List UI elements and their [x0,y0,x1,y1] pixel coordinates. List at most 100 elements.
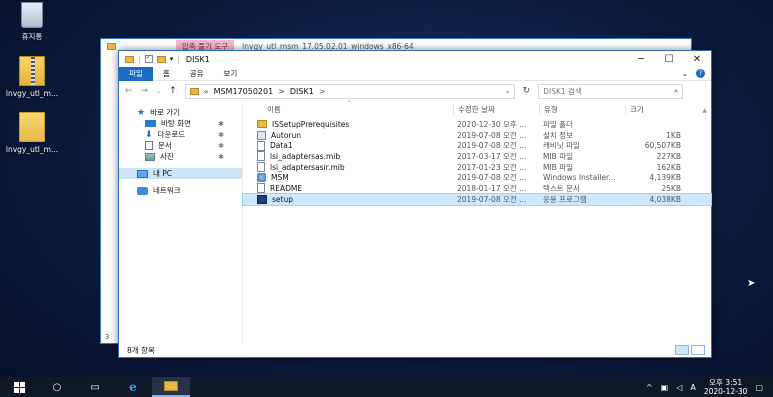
document-icon [145,141,153,150]
file-name: lsi_adaptersasir.mib [270,162,345,172]
taskbar: ○ ▭ e ^ ▣ ◁ A 오후 3:51 2020-12-30 ▢ [0,377,773,397]
nav-label: 다운로드 [157,130,186,139]
back-arrow-icon[interactable]: ← [125,86,133,96]
pin-icon: ✱ [218,141,224,150]
explorer-window[interactable]: | ▾ | DISK1 ─ ☐ ✕ 파일 홈 공유 보기 ⌄ ? [118,50,712,358]
large-icons-view-icon[interactable] [691,345,705,355]
file-type: 설치 정보 [543,130,573,140]
download-icon: ⬇ [145,129,153,140]
task-view-icon[interactable]: ▭ [76,377,114,397]
file-row[interactable]: lsi_adaptersasir.mib 2017-01-23 오전 ... M… [243,162,711,173]
network-icon [137,186,148,195]
close-button[interactable]: ✕ [683,54,711,65]
up-arrow-icon[interactable]: ↑ [169,86,177,96]
file-row[interactable]: ISSetupPrerequisites 2020-12-30 오후 ... 파… [243,119,711,130]
file-size: 162KB [656,162,681,172]
column-header-type[interactable]: 유형 [539,103,625,115]
pictures-icon [145,152,155,161]
start-button[interactable] [0,377,38,397]
new-folder-icon[interactable] [156,55,166,63]
desktop-icon-folder[interactable]: lnvgy_utl_m... [2,112,62,154]
nav-quick-access[interactable]: ★ 바로 가기 [119,107,242,118]
breadcrumb-overflow[interactable]: « [204,87,209,96]
tab-view[interactable]: 보기 [214,67,248,81]
windows-logo-icon [13,381,25,393]
window-controls: ─ ☐ ✕ [627,54,711,65]
scroll-up-icon[interactable]: ▲ [702,107,707,114]
show-hidden-icons-icon[interactable]: ^ [646,383,653,392]
file-icon [257,183,265,194]
network-icon[interactable]: ▣ [661,383,669,392]
exe-icon [257,194,267,204]
desktop: 휴지통 lnvgy_utl_m... lnvgy_utl_m... 압축 풀기 … [0,0,773,397]
search-placeholder: DISK1 검색 [543,86,582,96]
tab-home[interactable]: 홈 [153,67,180,81]
tab-share[interactable]: 공유 [180,67,214,81]
breadcrumb-segment[interactable]: MSM17050201 [214,87,274,96]
nav-network[interactable]: 네트워크 [119,185,242,196]
maximize-button[interactable]: ☐ [655,54,683,65]
file-type: 파일 폴더 [543,119,573,129]
status-bar: 8개 항목 [119,343,711,357]
internet-explorer-icon[interactable]: e [114,377,152,397]
nav-this-pc[interactable]: 내 PC [119,168,242,179]
column-header-name[interactable]: 이름 [253,104,453,115]
refresh-icon[interactable]: ↻ [523,86,531,96]
file-row[interactable]: lsi_adaptersas.mib 2017-03-17 오전 ... MIB… [243,151,711,162]
column-header-date[interactable]: 수정한 날짜 [453,103,539,115]
breadcrumb-separator[interactable]: > [319,87,326,96]
file-row-selected[interactable]: setup 2019-07-08 오전 ... 응용 프로그램 4,038KB [242,192,712,206]
file-date: 2017-01-23 오전 ... [457,162,527,172]
desktop-icon-recycle-bin[interactable]: 휴지통 [2,2,62,42]
nav-item-downloads[interactable]: ⬇ 다운로드 ✱ [119,129,242,140]
computer-icon [137,169,148,178]
nav-item-desktop[interactable]: 바탕 화면 ✱ [119,118,242,129]
file-date: 2019-07-08 오전 ... [457,130,527,140]
volume-icon[interactable]: ◁ [676,383,682,392]
file-type: 캐비닛 파일 [543,141,580,151]
navigation-bar: ← → ⌄ ↑ « MSM17050201 > DISK1 > ⌄ ↻ DISK… [119,81,711,101]
nav-item-documents[interactable]: 문서 ✱ [119,140,242,151]
file-row[interactable]: README 2018-01-17 오전 ... 텍스트 문서 25KB [243,183,711,194]
titlebar: | ▾ | DISK1 ─ ☐ ✕ [119,51,711,67]
clock[interactable]: 오후 3:51 2020-12-30 [704,378,748,396]
file-name: lsi_adaptersas.mib [270,151,341,161]
expand-ribbon-icon[interactable]: ⌄ [682,69,688,78]
search-box[interactable]: DISK1 검색 ⌕ [538,83,684,99]
file-name: Data1 [270,141,293,151]
tab-file[interactable]: 파일 [119,66,153,81]
file-row[interactable]: MSM 2019-07-08 오전 ... Windows Installer.… [243,172,711,183]
search-icon[interactable]: ○ [38,377,76,397]
system-tray: ^ ▣ ◁ A 오후 3:51 2020-12-30 ▢ [646,378,773,396]
window-title: DISK1 [185,54,210,64]
pin-icon: ✱ [218,152,224,161]
nav-item-pictures[interactable]: 사진 ✱ [119,151,242,162]
forward-arrow-icon[interactable]: → [141,86,149,96]
column-header-size[interactable]: 크기 [625,103,685,115]
minimize-button[interactable]: ─ [627,54,655,65]
file-row[interactable]: Data1 2019-07-08 오전 ... 캐비닛 파일 60,507KB [243,140,711,151]
folder-icon [107,42,116,50]
file-type: MIB 파일 [543,151,574,161]
file-row[interactable]: Autorun 2019-07-08 오전 ... 설치 정보 1KB [243,130,711,141]
properties-icon[interactable] [144,53,153,63]
recent-locations-icon[interactable]: ⌄ [156,88,161,95]
address-dropdown-icon[interactable]: ⌄ [505,87,514,95]
file-name: Autorun [271,130,302,140]
notifications-icon[interactable]: ▢ [755,383,763,392]
file-explorer-icon[interactable] [152,377,190,397]
desktop-icon-zip[interactable]: lnvgy_utl_m... [2,56,62,98]
file-name: MSM [271,173,289,183]
details-view-icon[interactable] [675,345,689,355]
recycle-bin-icon [21,2,43,28]
breadcrumb-segment[interactable]: DISK1 [290,87,314,96]
breadcrumb-separator[interactable]: > [278,87,285,96]
file-icon [257,151,265,162]
customize-dropdown-icon[interactable]: ▾ [170,55,174,63]
address-bar[interactable]: « MSM17050201 > DISK1 > ⌄ [184,83,515,99]
nav-label: 내 PC [153,169,173,178]
input-language[interactable]: A [690,383,695,392]
help-icon[interactable]: ? [696,69,705,78]
file-name: setup [272,194,293,204]
search-icon: ⌕ [674,86,679,95]
